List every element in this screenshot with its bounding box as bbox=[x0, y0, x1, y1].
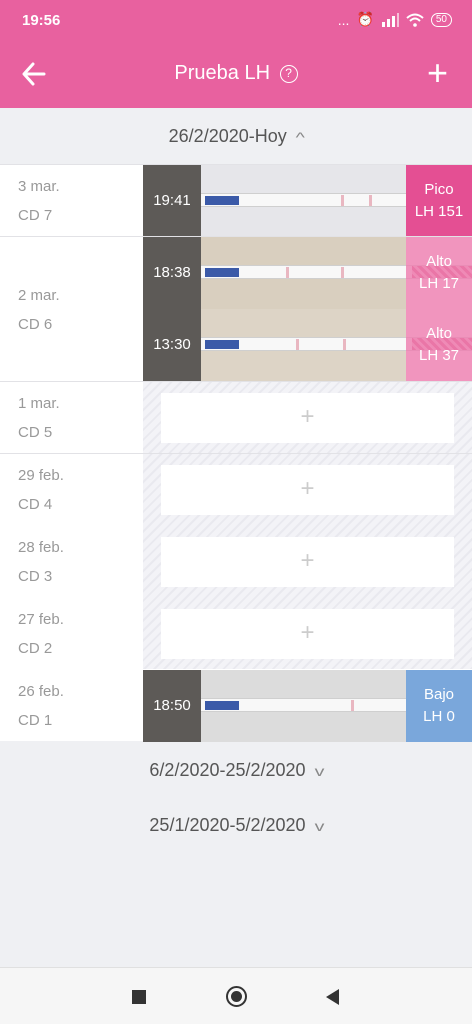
day-date: 3 mar. bbox=[18, 178, 60, 195]
test-result: Bajo LH 0 bbox=[406, 670, 472, 742]
back-triangle-icon[interactable] bbox=[326, 989, 339, 1005]
result-level: Bajo bbox=[423, 686, 455, 703]
range-toggle-current[interactable]: 26/2/2020-Hoy ^ bbox=[0, 126, 472, 147]
range-toggle[interactable]: 6/2/2020-25/2/2020 v bbox=[0, 760, 472, 781]
range-label: 6/2/2020-25/2/2020 bbox=[149, 760, 306, 780]
day-list: 3 mar. CD 7 19:41 Pico LH 151 2 mar. CD … bbox=[0, 164, 472, 742]
day-date: 27 feb. bbox=[18, 611, 64, 628]
status-icons: ... ⏰ 50 bbox=[338, 11, 452, 28]
day-row: 3 mar. CD 7 19:41 Pico LH 151 bbox=[0, 164, 472, 237]
result-level: Alto bbox=[426, 325, 452, 342]
alarm-icon: ⏰ bbox=[356, 11, 374, 27]
day-cell: 2 mar. CD 6 bbox=[0, 237, 143, 382]
app-bar: Prueba LH ? + bbox=[0, 42, 472, 108]
test-result: Pico LH 151 bbox=[406, 165, 472, 237]
day-date: 26 feb. bbox=[18, 683, 64, 700]
cycle-day: CD 1 bbox=[18, 712, 53, 729]
day-cell: 3 mar. CD 7 bbox=[0, 165, 143, 237]
range-label: 26/2/2020-Hoy bbox=[168, 126, 287, 146]
chevron-down-icon: v bbox=[314, 818, 324, 834]
add-test-button[interactable]: + bbox=[427, 55, 448, 91]
result-level: Pico bbox=[424, 181, 454, 198]
add-test-slot[interactable]: + bbox=[161, 465, 454, 515]
recents-square-icon[interactable] bbox=[132, 990, 146, 1004]
wifi-icon bbox=[406, 13, 424, 27]
add-test-slot[interactable]: + bbox=[161, 537, 454, 587]
day-group: 29 feb. CD 4 + 28 feb. CD 3 + 27 feb. CD… bbox=[0, 453, 472, 742]
status-time: 19:56 bbox=[22, 12, 61, 29]
test-result: Alto LH 17 bbox=[406, 237, 472, 309]
cycle-day: CD 7 bbox=[18, 207, 53, 224]
day-cell: 29 feb. CD 4 bbox=[0, 454, 143, 526]
test-time: 18:50 bbox=[143, 670, 201, 742]
test-entry[interactable]: 18:50 Bajo LH 0 bbox=[143, 670, 472, 742]
test-time: 13:30 bbox=[143, 309, 201, 381]
test-entry[interactable]: 18:38 Alto LH 17 bbox=[143, 237, 472, 309]
signal-icon bbox=[381, 12, 399, 27]
test-strip-photo bbox=[201, 309, 472, 381]
result-level: Alto bbox=[426, 253, 452, 270]
result-value: LH 17 bbox=[418, 275, 460, 292]
cycle-day: CD 6 bbox=[18, 316, 53, 333]
range-toggle[interactable]: 25/1/2020-5/2/2020 v bbox=[0, 815, 472, 836]
add-test-slot[interactable]: + bbox=[161, 609, 454, 659]
status-bar: 19:56 ... ⏰ 50 bbox=[0, 0, 472, 42]
page-title: Prueba LH ? bbox=[0, 62, 472, 85]
chevron-down-icon: v bbox=[314, 763, 324, 779]
help-icon[interactable]: ? bbox=[279, 65, 298, 83]
result-value: LH 151 bbox=[414, 203, 464, 220]
page-title-text: Prueba LH bbox=[174, 62, 271, 84]
day-row: 1 mar. CD 5 + bbox=[0, 381, 472, 453]
test-result: Alto LH 37 bbox=[406, 309, 472, 381]
cycle-day: CD 4 bbox=[18, 496, 53, 513]
test-strip-photo bbox=[201, 237, 472, 309]
day-cell: 26 feb. CD 1 bbox=[0, 670, 143, 742]
day-cell: 1 mar. CD 5 bbox=[0, 382, 143, 454]
range-label: 25/1/2020-5/2/2020 bbox=[149, 815, 306, 835]
cycle-day: CD 3 bbox=[18, 568, 53, 585]
test-time: 18:38 bbox=[143, 237, 201, 309]
day-date: 1 mar. bbox=[18, 395, 60, 412]
home-circle-icon[interactable] bbox=[226, 986, 247, 1007]
chevron-up-icon: ^ bbox=[295, 129, 305, 145]
test-entry[interactable]: 13:30 Alto LH 37 bbox=[143, 309, 472, 381]
day-cell: 27 feb. CD 2 bbox=[0, 598, 143, 670]
test-strip-photo bbox=[201, 670, 472, 742]
system-nav-bar bbox=[0, 967, 472, 1024]
test-entry[interactable]: 19:41 Pico LH 151 bbox=[143, 165, 472, 237]
day-date: 28 feb. bbox=[18, 539, 64, 556]
result-value: LH 0 bbox=[423, 708, 455, 725]
cycle-day: CD 5 bbox=[18, 424, 53, 441]
test-strip-photo bbox=[201, 165, 472, 237]
cycle-day: CD 2 bbox=[18, 640, 53, 657]
result-value: LH 37 bbox=[418, 347, 460, 364]
battery-icon: 50 bbox=[430, 12, 452, 27]
add-test-slot[interactable]: + bbox=[161, 393, 454, 443]
day-cell: 28 feb. CD 3 bbox=[0, 526, 143, 598]
test-time: 19:41 bbox=[143, 165, 201, 237]
more-dots: ... bbox=[337, 11, 350, 28]
day-date: 29 feb. bbox=[18, 467, 64, 484]
day-date: 2 mar. bbox=[18, 287, 60, 304]
day-row: 2 mar. CD 6 18:38 Alto LH 17 13:30 Alto … bbox=[0, 236, 472, 381]
